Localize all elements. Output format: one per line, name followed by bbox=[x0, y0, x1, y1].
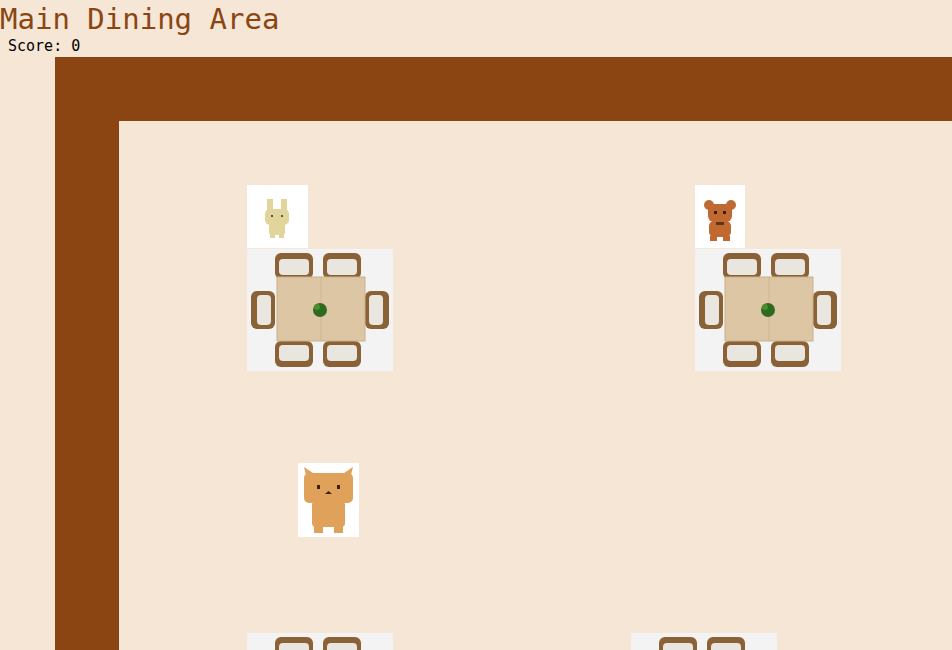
dining-table bbox=[247, 633, 393, 650]
room-title: Main Dining Area bbox=[0, 2, 279, 36]
score-label: Score: 0 bbox=[8, 37, 80, 55]
dining-table bbox=[695, 249, 841, 371]
dining-table bbox=[247, 249, 393, 371]
cat-player-icon bbox=[298, 463, 359, 537]
rabbit-customer-icon bbox=[247, 185, 308, 248]
dining-table bbox=[631, 633, 777, 650]
bear-customer-icon bbox=[695, 185, 745, 248]
